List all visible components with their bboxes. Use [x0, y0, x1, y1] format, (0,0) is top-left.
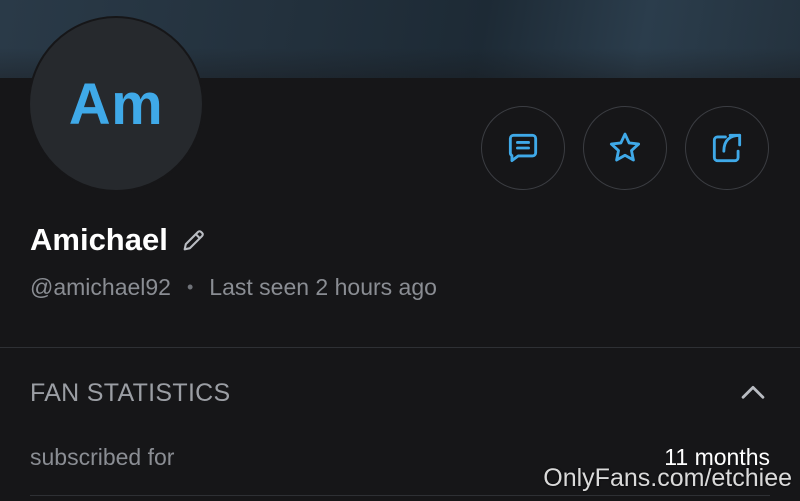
last-seen-status: Last seen 2 hours ago — [209, 274, 437, 300]
share-icon — [712, 133, 742, 163]
pencil-icon — [183, 230, 204, 251]
profile-page: Am Amichael @amichael92 • Last seen 2 ho… — [0, 0, 800, 501]
avatar-initials: Am — [30, 18, 202, 190]
row-divider — [30, 495, 770, 496]
share-button[interactable] — [685, 106, 769, 190]
profile-meta: @amichael92 • Last seen 2 hours ago — [30, 274, 437, 301]
message-icon — [508, 133, 538, 163]
username: @amichael92 — [30, 274, 171, 300]
chevron-up-icon[interactable] — [736, 376, 770, 410]
section-title: FAN STATISTICS — [30, 378, 231, 407]
section-divider — [0, 347, 800, 348]
name-row: Amichael — [30, 222, 208, 258]
message-button[interactable] — [481, 106, 565, 190]
watermark: OnlyFans.com/etchiee — [543, 464, 792, 492]
stat-label: subscribed for — [30, 444, 175, 470]
meta-separator: • — [186, 277, 194, 297]
star-icon — [609, 132, 641, 162]
favorite-button[interactable] — [583, 106, 667, 190]
edit-name-button[interactable] — [180, 226, 208, 254]
display-name: Amichael — [30, 222, 168, 257]
avatar[interactable]: Am — [28, 16, 204, 192]
fan-statistics-header[interactable]: FAN STATISTICS — [30, 376, 770, 410]
